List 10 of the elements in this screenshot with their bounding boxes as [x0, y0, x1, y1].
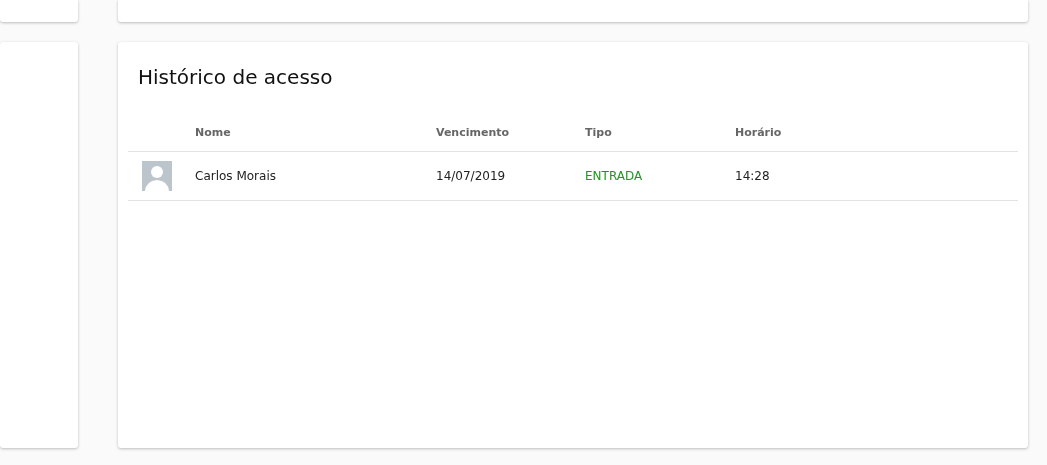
avatar-icon	[142, 161, 172, 191]
type-cell-text: ENTRADA	[585, 169, 644, 183]
time-cell-text: 14:28	[735, 169, 771, 183]
column-header: Horário	[735, 126, 783, 139]
column-header: Nome	[195, 126, 232, 139]
column-header: Tipo	[585, 126, 613, 139]
date-cell-text: 14/07/2019	[436, 169, 507, 183]
column-header: Vencimento	[436, 126, 511, 139]
card-title: Histórico de acesso	[137, 64, 334, 91]
name-cell-text: Carlos Morais	[195, 169, 277, 183]
